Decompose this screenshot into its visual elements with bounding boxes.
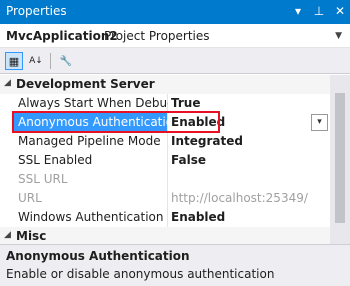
property-pages-button[interactable]: 🔧 <box>57 52 75 70</box>
property-row-selected[interactable]: Anonymous Authentication Enabled ▾ <box>0 113 330 132</box>
pin-icon[interactable]: ⊥ <box>313 3 325 19</box>
window-position-dropdown-icon[interactable]: ▾ <box>292 3 304 19</box>
property-name: Anonymous Authentication <box>18 115 168 129</box>
title-bar-icons: ▾ ⊥ ✕ <box>292 3 346 19</box>
property-row-disabled[interactable]: URL http://localhost:25349/ <box>0 189 330 208</box>
property-value[interactable]: True <box>171 96 316 110</box>
wrench-icon: 🔧 <box>59 55 73 67</box>
alphabetical-view-button[interactable]: A↓ <box>27 52 45 70</box>
vertical-scrollbar[interactable] <box>330 75 350 244</box>
description-title: Anonymous Authentication <box>6 249 190 263</box>
window-title: Properties <box>6 4 67 18</box>
collapse-icon[interactable]: ◢ <box>4 230 11 240</box>
object-type: Project Properties <box>104 29 210 43</box>
description-text: Enable or disable anonymous authenticati… <box>6 267 275 281</box>
description-panel: Anonymous Authentication Enable or disab… <box>0 244 350 286</box>
categorized-icon: ▦ <box>8 54 20 68</box>
property-row[interactable]: Always Start When Debuggi True <box>0 94 330 113</box>
category-label: Development Server <box>16 77 155 91</box>
chevron-down-icon: ▾ <box>317 117 322 127</box>
property-name: SSL Enabled <box>18 153 93 167</box>
property-row-disabled[interactable]: SSL URL <box>0 170 330 189</box>
property-value[interactable]: False <box>171 153 316 167</box>
collapse-icon[interactable]: ◢ <box>4 78 11 88</box>
sort-alphabetical-icon: A↓ <box>29 56 43 66</box>
object-selector[interactable]: MvcApplication2 Project Properties ▼ <box>0 24 350 48</box>
scrollbar-thumb[interactable] <box>335 93 345 223</box>
property-value[interactable]: Enabled <box>171 115 316 129</box>
property-grid: ◢ Development Server Always Start When D… <box>0 75 330 244</box>
close-icon[interactable]: ✕ <box>334 3 346 19</box>
property-value: http://localhost:25349/ <box>171 191 308 205</box>
property-name: URL <box>18 191 42 205</box>
toolbar-divider <box>50 53 51 69</box>
property-row[interactable]: SSL Enabled False <box>0 151 330 170</box>
value-dropdown-button[interactable]: ▾ <box>311 114 328 131</box>
property-name: SSL URL <box>18 172 68 186</box>
object-name: MvcApplication2 <box>6 29 118 43</box>
property-name: Windows Authentication <box>18 210 164 224</box>
category-development-server[interactable]: ◢ Development Server <box>0 75 330 94</box>
category-misc[interactable]: ◢ Misc <box>0 227 330 244</box>
category-label: Misc <box>16 229 47 243</box>
property-value[interactable]: Enabled <box>171 210 316 224</box>
chevron-down-icon[interactable]: ▼ <box>335 31 342 41</box>
properties-toolbar: ▦ A↓ 🔧 <box>0 48 350 74</box>
property-row[interactable]: Managed Pipeline Mode Integrated <box>0 132 330 151</box>
categorized-view-button[interactable]: ▦ <box>5 52 23 70</box>
property-name: Managed Pipeline Mode <box>18 134 161 148</box>
property-row[interactable]: Windows Authentication Enabled <box>0 208 330 227</box>
title-bar: Properties ▾ ⊥ ✕ <box>0 0 350 24</box>
property-name: Always Start When Debuggi <box>18 96 168 110</box>
property-value[interactable]: Integrated <box>171 134 316 148</box>
